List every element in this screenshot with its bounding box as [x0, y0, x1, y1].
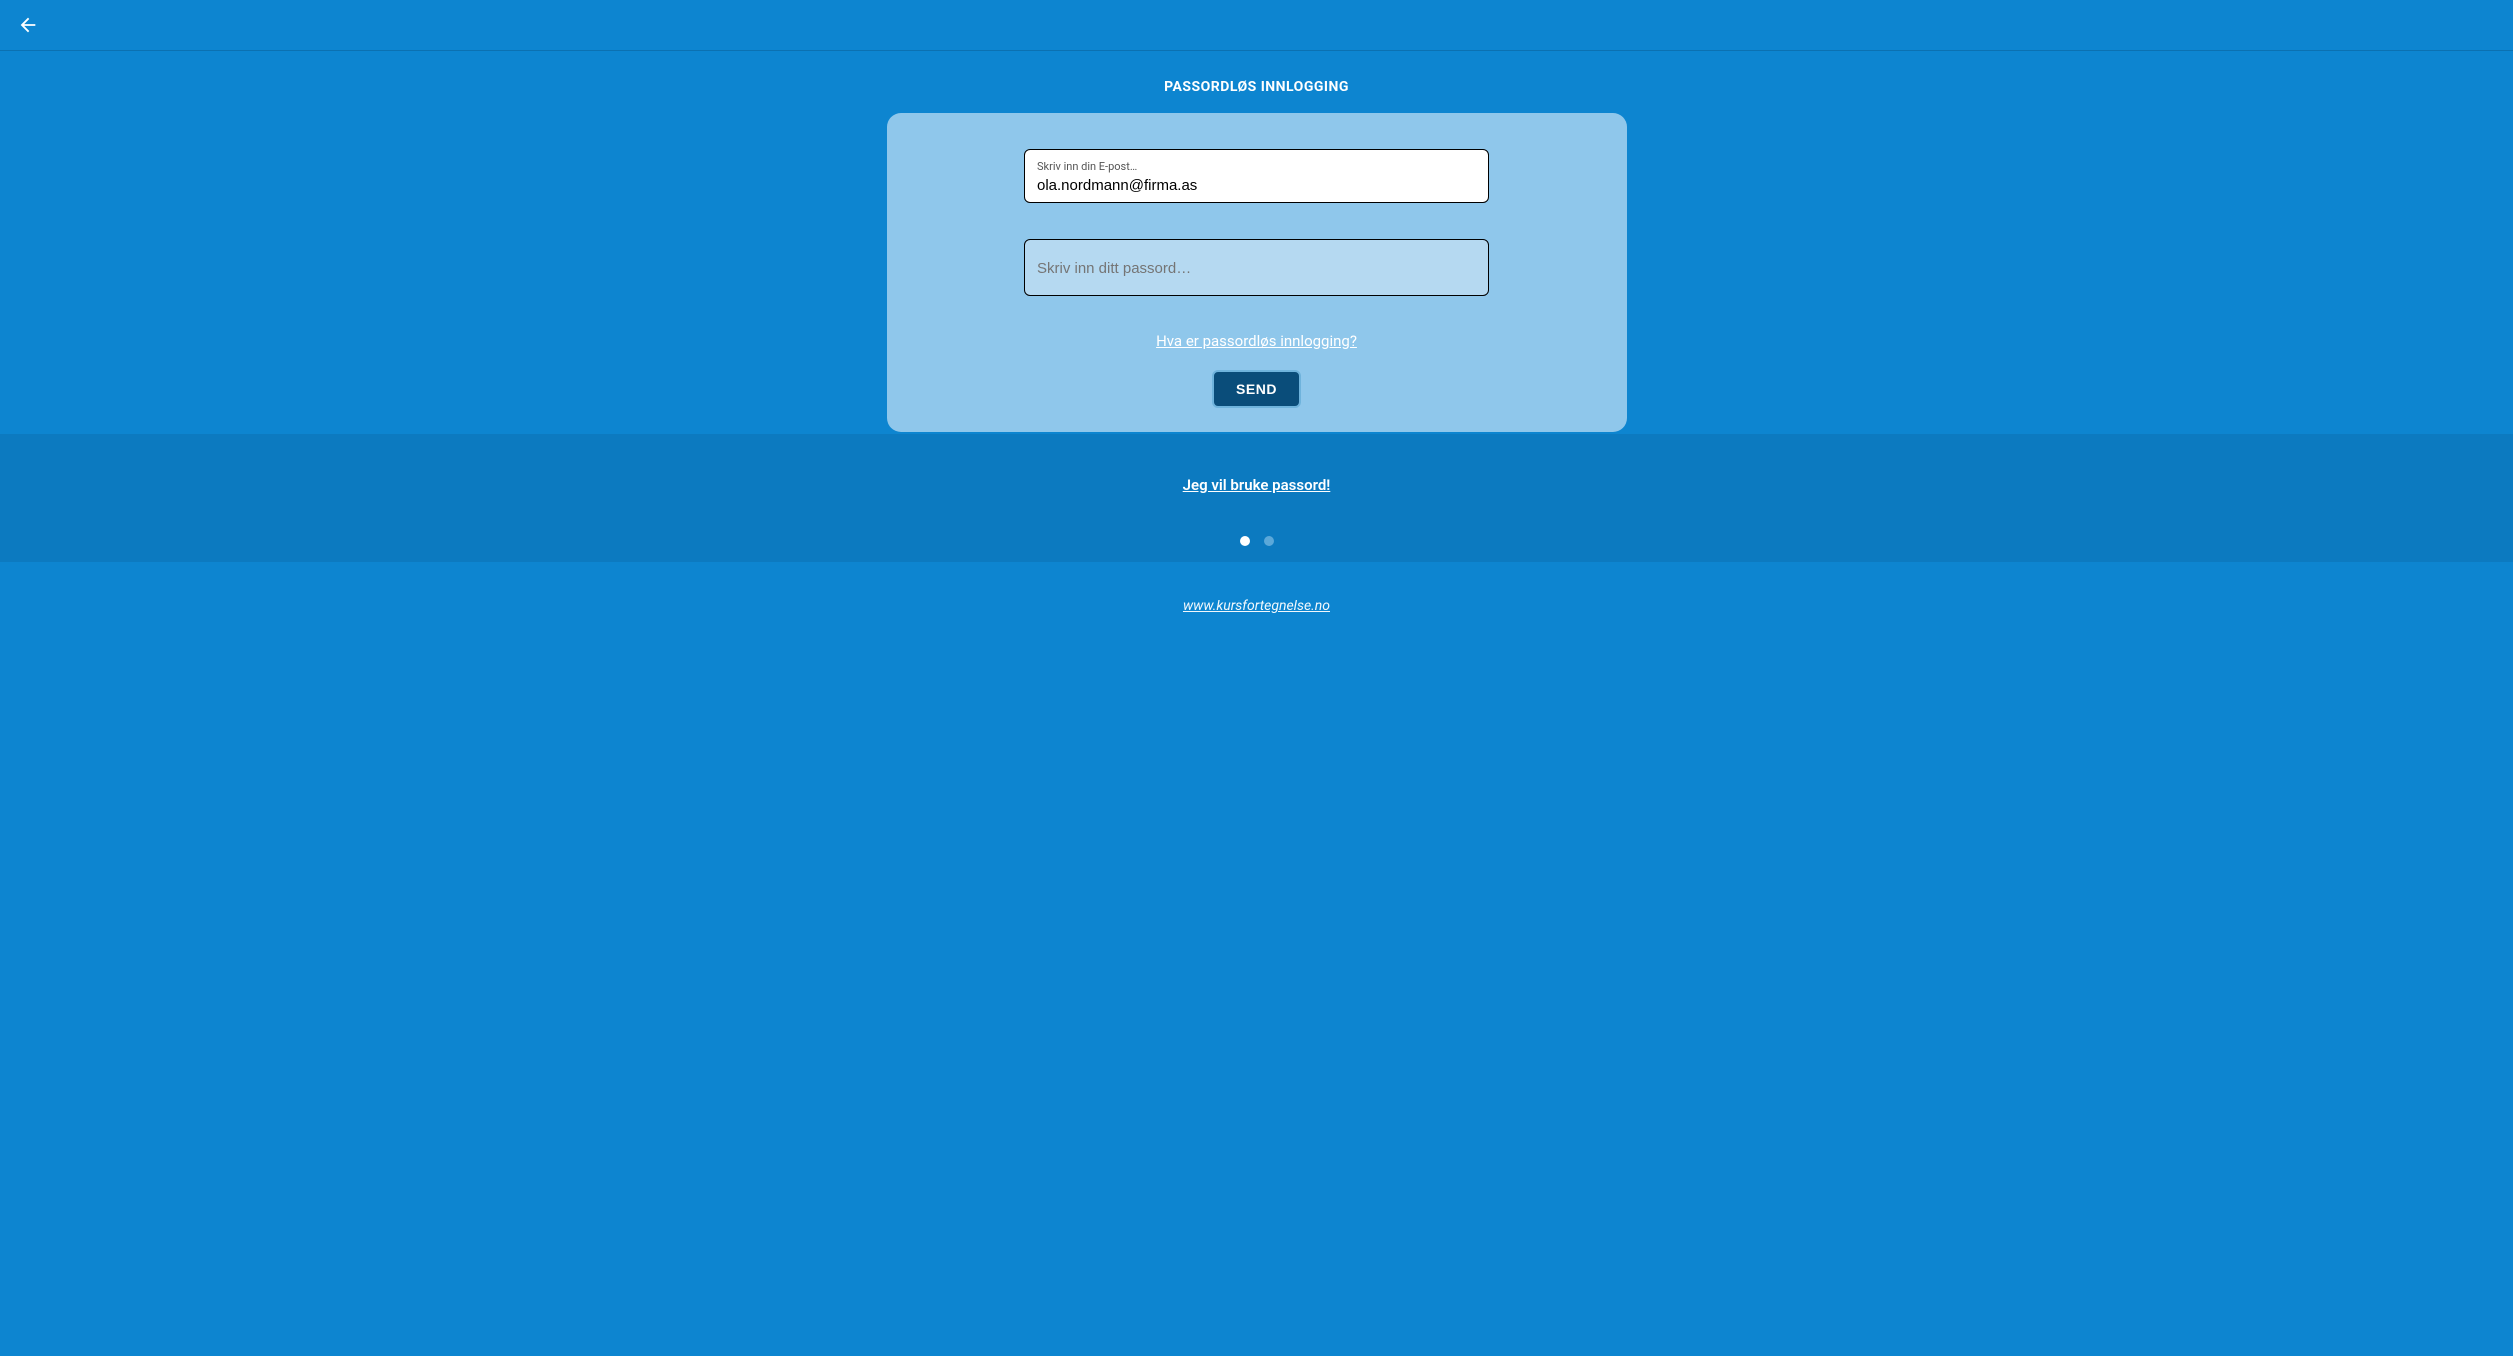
- use-password-link[interactable]: Jeg vil bruke passord!: [1183, 476, 1331, 494]
- email-field-container[interactable]: Skriv inn din E-post…: [1024, 149, 1489, 203]
- alt-section: Jeg vil bruke passord!: [0, 434, 2513, 536]
- header-bar: [0, 0, 2513, 51]
- back-button[interactable]: [14, 11, 42, 39]
- email-label: Skriv inn din E-post…: [1037, 160, 1476, 173]
- pagination-dot-2[interactable]: [1264, 536, 1274, 546]
- send-button[interactable]: SEND: [1212, 370, 1301, 408]
- arrow-left-icon: [17, 14, 39, 36]
- login-card: Skriv inn din E-post… Hva er passordløs …: [887, 113, 1627, 432]
- help-link[interactable]: Hva er passordløs innlogging?: [1156, 332, 1357, 350]
- pagination-dot-1[interactable]: [1240, 536, 1250, 546]
- password-field-container: [1024, 239, 1489, 296]
- footer-site-link[interactable]: www.kursfortegnelse.no: [1183, 598, 1330, 614]
- password-input: [1037, 260, 1476, 277]
- content-wrapper: PASSORDLØS INNLOGGING Skriv inn din E-po…: [0, 51, 2513, 614]
- pagination-dots: [0, 536, 2513, 562]
- email-input[interactable]: [1037, 177, 1476, 194]
- page-title: PASSORDLØS INNLOGGING: [1164, 79, 1349, 95]
